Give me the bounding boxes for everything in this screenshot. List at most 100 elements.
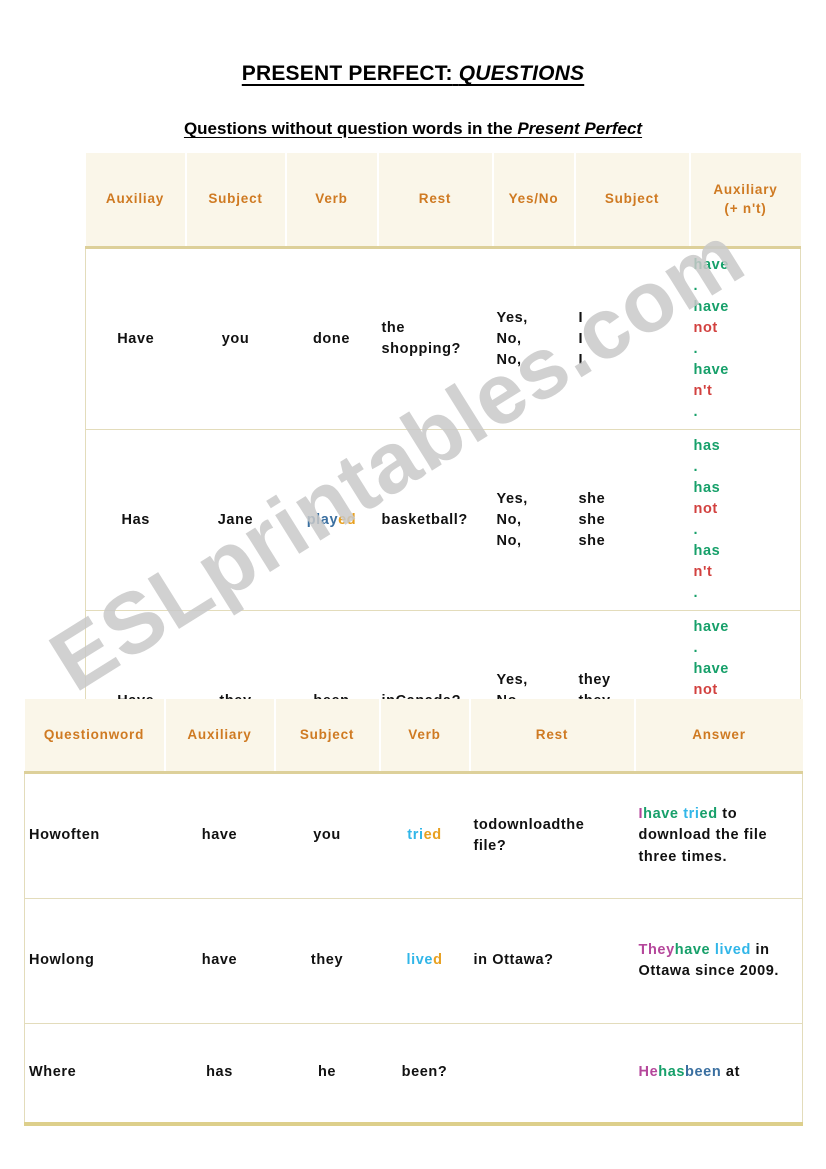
cell-questionword: Howoften (29, 827, 100, 844)
cell-auxiliary-answer-line1: has. (693, 438, 721, 476)
cell-rest: basketball? (377, 429, 493, 611)
column-header-auxiliary-nt-line1: Auxiliary (713, 182, 778, 198)
table-row: Howoften have you tried todownloadthe fi… (25, 773, 803, 899)
cell-subject-answer-line1: they (578, 671, 611, 688)
cell-auxiliary-answer: has. has not. has n't. (689, 429, 801, 611)
table-row: Where has he been? Hehasbeen at (24, 1023, 803, 1124)
cell-subject-answer-line1: I (578, 309, 584, 326)
answer-verb-ending: d (741, 941, 751, 958)
column-header-yesno: Yes/No (492, 153, 576, 248)
cell-auxiliary-answer-line3: haven't. (693, 362, 729, 421)
cell-verb-ending: ed (338, 511, 357, 528)
cell-subject-answer-line2: she (578, 511, 606, 528)
cell-subject-answer: I I I (575, 248, 690, 430)
column-header-auxiliary-1: Auxiliay (85, 153, 187, 248)
cell-subject-answer-line1: she (578, 490, 606, 507)
cell-auxiliary-answer: have. havenot. haven't. (690, 248, 801, 430)
column-header-verb: Verb (379, 699, 471, 773)
answer-verb-stem: been (685, 1064, 722, 1081)
cell-subject: they (274, 898, 380, 1024)
cell-yesno-line1: Yes, (496, 490, 528, 507)
cell-subject: you (221, 330, 250, 347)
column-header-verb: Verb (285, 153, 379, 248)
table-row: Has Jane played basketball? Yes, No, No,… (85, 429, 801, 611)
cell-verb-ending: ed (423, 827, 442, 844)
column-header-rest: Rest (469, 699, 636, 773)
cell-yesno-line3: No, (496, 532, 522, 549)
cell-rest-line1: basketball? (381, 511, 468, 528)
column-header-subject-1: Subject (185, 153, 287, 248)
page-title-italic: QUESTIONS (458, 62, 585, 85)
cell-verb-stem: tri (407, 827, 424, 844)
cell-subject: he (274, 1023, 380, 1124)
column-header-rest: Rest (377, 153, 494, 248)
cell-rest: the shopping? (378, 248, 493, 430)
cell-answer: Ihave tried to download the file three t… (635, 773, 803, 899)
cell-answer: Hehasbeen at (634, 1023, 803, 1124)
cell-rest-line2: file? (473, 838, 507, 854)
cell-yesno-line3: No, (496, 351, 522, 368)
cell-auxiliary-answer-line3: has n't. (693, 543, 721, 602)
column-header-questionword: Questionword (24, 699, 166, 773)
answer-verb-stem: live (714, 941, 742, 958)
answer-verb-stem: tri (683, 806, 700, 823)
cell-verb: tried (380, 773, 470, 899)
column-header-subject-2: Subject (574, 153, 691, 248)
cell-auxiliary-answer-line2: havenot. (693, 299, 729, 358)
table-2-header-row: Questionword Auxiliary Subject Verb Rest… (24, 699, 803, 773)
cell-rest: in Ottawa? (469, 898, 635, 1024)
column-header-subject: Subject (274, 699, 381, 773)
answer-aux: have (674, 941, 711, 958)
cell-rest-line1: in Ottawa? (473, 952, 554, 969)
section-1-title: Questions without question words in the … (0, 119, 826, 139)
cell-yesno: Yes, No, No, (493, 248, 575, 430)
cell-subject-answer-line3: she (578, 532, 606, 549)
answer-aux: has (658, 1064, 686, 1081)
worksheet-page: PRESENT PERFECT: QUESTIONS Questions wit… (0, 0, 826, 1169)
cell-rest-line1: the (381, 320, 406, 337)
cell-verb: lived (379, 898, 470, 1024)
column-header-auxiliary-nt-line2: (+ n't) (724, 200, 767, 216)
cell-yesno-line2: No, (496, 330, 522, 347)
cell-subject: you (313, 827, 341, 844)
answer-aux: have (643, 806, 679, 823)
cell-rest: todownloadthe file? (470, 773, 635, 899)
table-row: Howlong have they lived in Ottawa? Theyh… (24, 898, 803, 1024)
answer-verb-ending: ed (699, 806, 718, 823)
cell-rest-line1: todownloadthe (473, 816, 585, 833)
cell-verb: played (285, 429, 378, 611)
column-header-answer: Answer (634, 699, 803, 773)
cell-yesno-line2: No, (496, 511, 522, 528)
column-header-auxiliary-nt: Auxiliary (+ n't) (689, 153, 801, 248)
column-header-auxiliary: Auxiliary (164, 699, 276, 773)
questions-with-question-words-table: Questionword Auxiliary Subject Verb Rest… (24, 699, 803, 1126)
cell-auxiliary: Have (117, 330, 155, 347)
cell-verb: done (312, 330, 351, 347)
cell-auxiliary: Has (85, 429, 186, 611)
cell-auxiliary-answer-line1: have. (693, 619, 729, 657)
page-title-plain: PRESENT PERFECT: (241, 62, 453, 85)
cell-verb-stem: play (306, 511, 339, 528)
cell-questionword: Howlong (24, 898, 165, 1024)
section-1-title-plain: Questions without question words in the (183, 119, 518, 138)
cell-subject-answer-line2: I (578, 330, 584, 347)
cell-yesno-line1: Yes, (496, 309, 528, 326)
cell-rest-line2: shopping? (381, 341, 461, 358)
cell-subject-answer: she she she (574, 429, 690, 611)
cell-auxiliary: has (164, 1023, 275, 1124)
table-1-header-row: Auxiliay Subject Verb Rest Yes/No Subjec… (85, 153, 801, 248)
table-row: Have you done the shopping? Yes, No, No,… (86, 248, 801, 430)
cell-rest (469, 1023, 635, 1124)
cell-questionword: Where (24, 1023, 165, 1124)
section-1-title-italic: Present Perfect (517, 119, 643, 138)
page-title: PRESENT PERFECT: QUESTIONS (0, 62, 826, 86)
answer-subject: They (638, 941, 675, 958)
cell-auxiliary-answer-line1: have. (693, 257, 729, 295)
cell-auxiliary: have (201, 827, 238, 844)
cell-auxiliary-answer-line2: has not. (693, 480, 721, 539)
cell-auxiliary: have (164, 898, 275, 1024)
cell-answer: Theyhave lived in Ottawa since 2009. (634, 898, 803, 1024)
cell-subject: Jane (185, 429, 286, 611)
cell-verb-ending: d (433, 952, 443, 969)
cell-subject-answer-line3: I (578, 351, 584, 368)
